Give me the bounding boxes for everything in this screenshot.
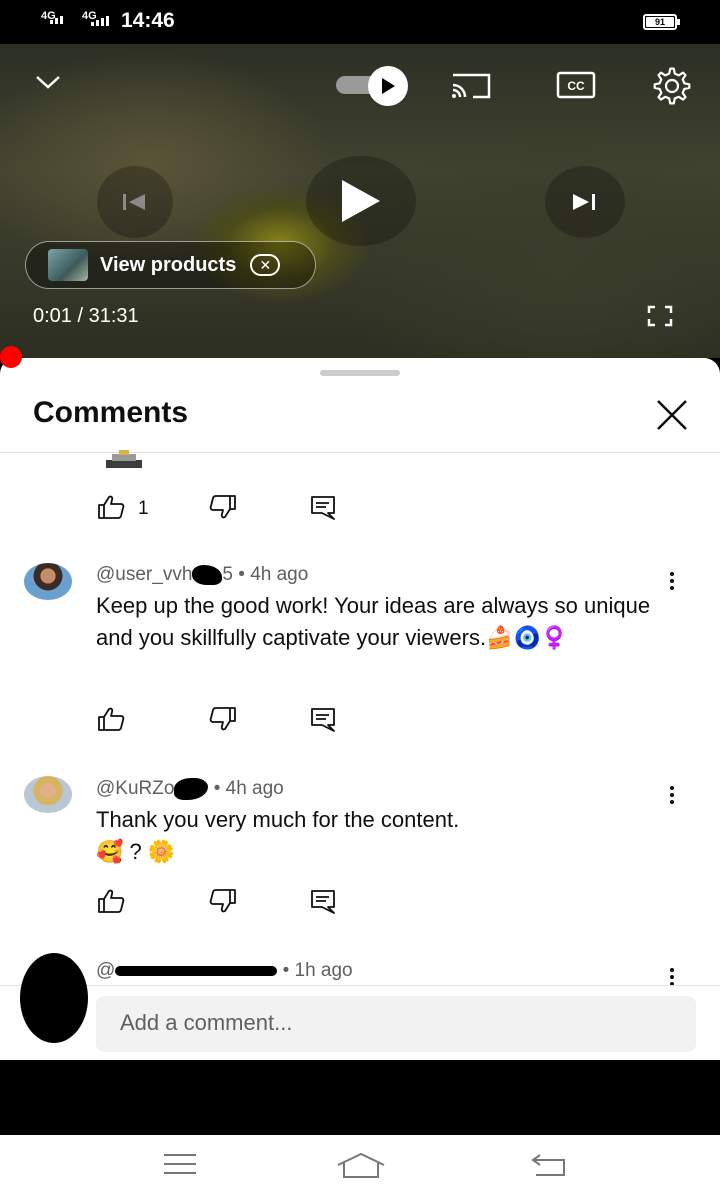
captions-icon[interactable]: CC [555, 68, 597, 102]
next-icon[interactable] [545, 166, 625, 238]
comment-text-line-2: 🥰 ? 🌼 [96, 839, 176, 864]
comment-time: 1h ago [294, 960, 353, 981]
meta-separator: • [213, 778, 221, 800]
settings-gear-icon[interactable] [650, 64, 694, 108]
previous-icon[interactable] [97, 166, 173, 238]
reply-icon[interactable] [309, 494, 337, 527]
view-products-label: View products [100, 253, 237, 276]
comment-text: Keep up the good work! Your ideas are al… [96, 593, 651, 650]
like-count: 1 [138, 498, 149, 519]
avatar[interactable] [24, 776, 72, 813]
progress-scrubber[interactable] [0, 346, 22, 368]
dislike-icon[interactable] [208, 706, 238, 737]
home-icon[interactable] [336, 1151, 386, 1181]
battery-icon: 91 [643, 14, 680, 30]
meta-separator: • [282, 960, 290, 981]
battery-level: 91 [646, 17, 674, 27]
signal-icon-2 [91, 16, 109, 26]
chevron-down-icon[interactable] [30, 64, 66, 100]
comment-actions [96, 706, 356, 736]
reply-icon[interactable] [309, 706, 337, 739]
video-player[interactable]: CC View products ✕ 0:01 / 31:31 [0, 44, 720, 358]
view-products-chip[interactable]: View products ✕ [25, 241, 316, 289]
signal-icon-1 [50, 16, 63, 24]
product-thumbnail [48, 249, 88, 281]
system-navigation-bar [0, 1135, 720, 1200]
meta-separator: • [238, 564, 245, 585]
back-icon[interactable] [530, 1151, 570, 1181]
comment-meta: @user_vvh 5 • 4h ago [96, 564, 308, 586]
autoplay-toggle[interactable] [368, 66, 408, 106]
svg-text:CC: CC [567, 79, 585, 93]
comment-actions [96, 888, 356, 918]
status-bar: 4G 4G 14:46 91 [0, 0, 720, 44]
trophy-emoji [102, 450, 146, 475]
duration: 31:31 [88, 305, 139, 327]
comments-title: Comments [33, 396, 189, 429]
add-comment-input[interactable]: Add a comment... [96, 996, 696, 1052]
comments-panel: Comments 1 @user_vvh 5 • 4h ago Keep up t… [0, 358, 720, 1060]
redaction-mark [174, 778, 209, 800]
blank-area [0, 1060, 720, 1135]
play-icon[interactable] [306, 156, 416, 246]
close-icon[interactable]: ✕ [250, 254, 281, 276]
dislike-icon[interactable] [208, 494, 238, 525]
avatar[interactable] [24, 563, 72, 600]
time-separator: / [77, 305, 84, 327]
like-icon[interactable] [96, 494, 126, 525]
comment-author-tail: 5 [222, 564, 233, 585]
comment-meta: @ • 1h ago [96, 960, 353, 982]
comment-meta: @KuRZo • 4h ago [96, 778, 284, 800]
like-icon[interactable] [96, 888, 126, 919]
avatar[interactable] [20, 953, 88, 1043]
comment-text: Thank you very much for the content. [96, 807, 460, 832]
current-time: 0:01 [33, 305, 72, 327]
comment-author[interactable]: @user_vvh [96, 564, 192, 585]
clock: 14:46 [121, 9, 175, 32]
comment-time: 4h ago [250, 564, 309, 585]
like-icon[interactable] [96, 706, 126, 737]
comment-actions: 1 [96, 494, 356, 524]
comment-composer: Add a comment... [0, 953, 720, 1060]
comment-time: 4h ago [225, 778, 284, 800]
close-icon[interactable] [652, 395, 692, 435]
redaction-mark [115, 965, 278, 976]
comment-author[interactable]: @KuRZo [96, 778, 174, 799]
menu-icon[interactable] [162, 1151, 202, 1181]
time-readout: 0:01 / 31:31 [33, 305, 139, 328]
comment-author[interactable]: @ [96, 960, 115, 981]
cast-icon[interactable] [448, 68, 494, 104]
fullscreen-icon[interactable] [644, 302, 676, 330]
dislike-icon[interactable] [208, 888, 238, 919]
redaction-mark [192, 564, 223, 585]
drag-handle[interactable] [320, 370, 400, 376]
reply-icon[interactable] [309, 888, 337, 921]
